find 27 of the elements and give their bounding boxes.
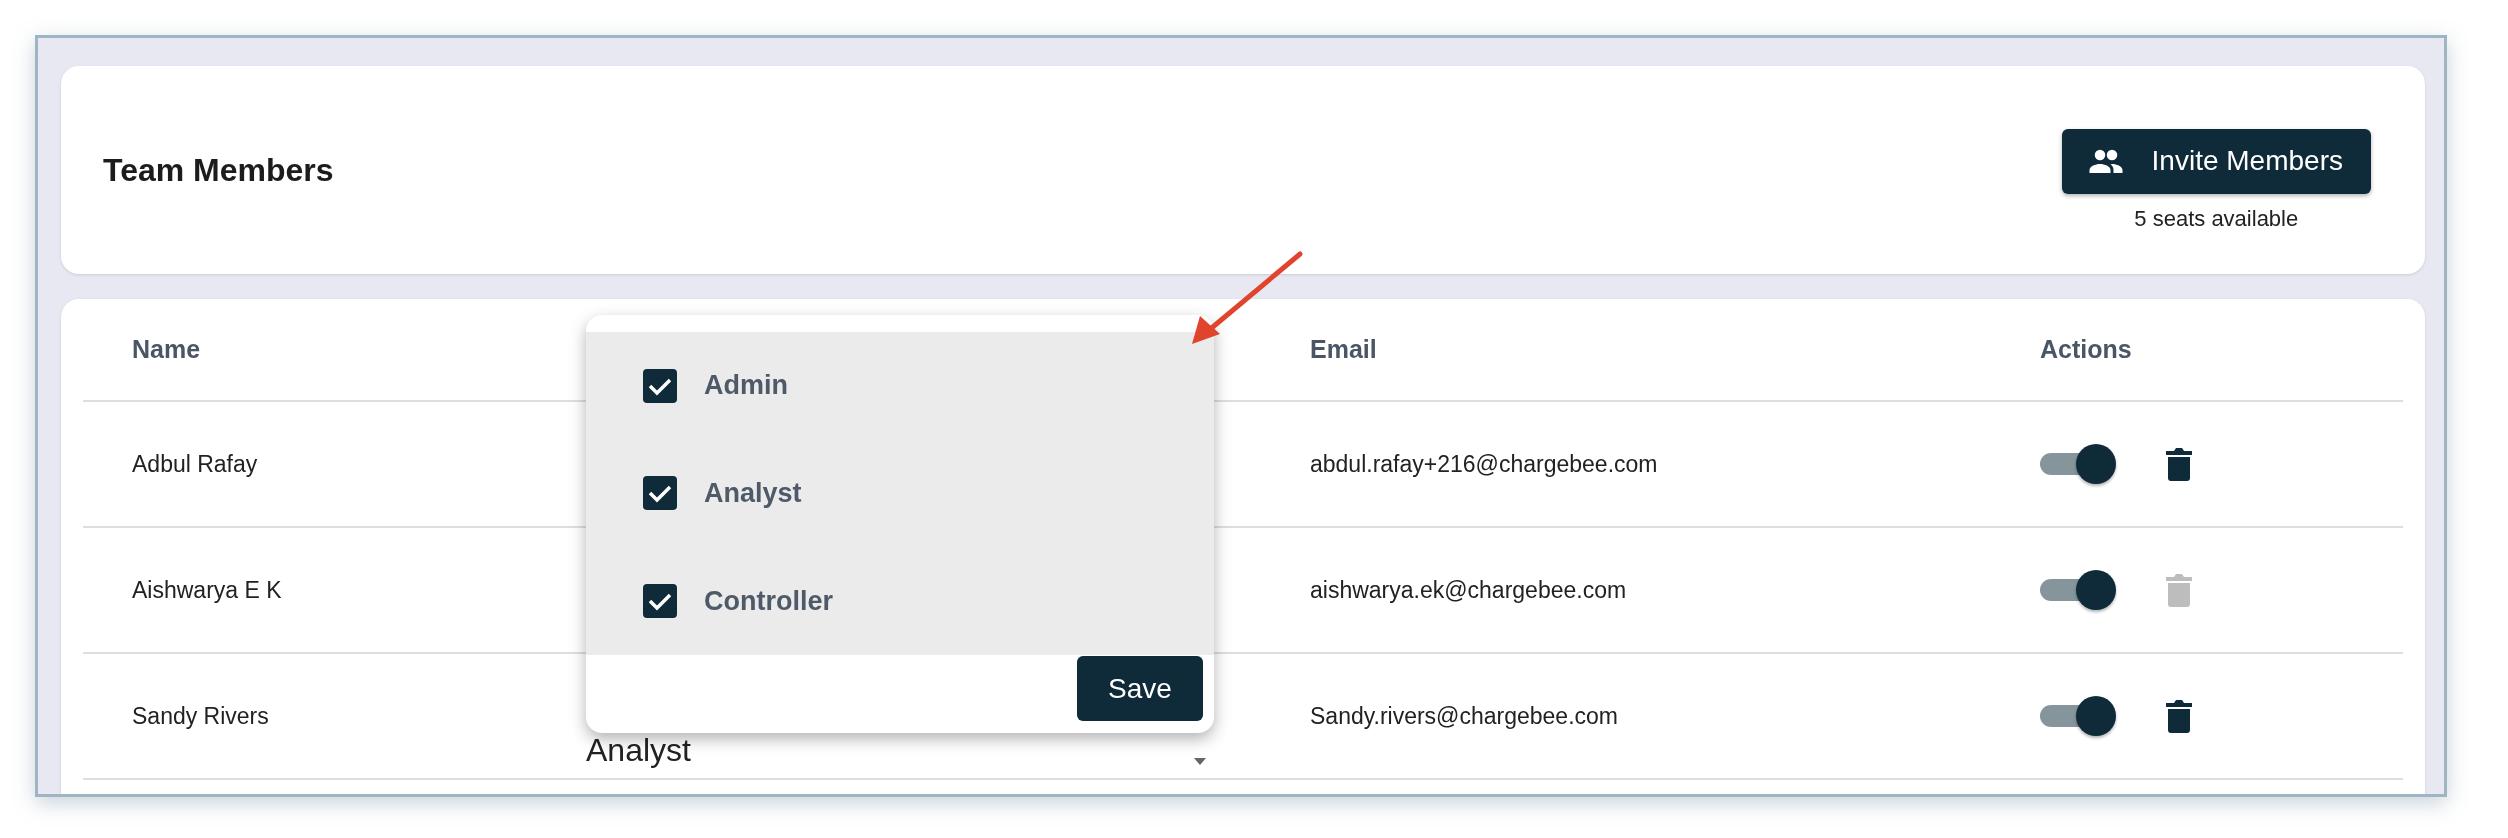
column-header: Email (1310, 335, 1377, 363)
trash-icon[interactable] (2166, 699, 2192, 733)
invite-members-button[interactable]: Invite Members (2061, 128, 2371, 194)
column-header: Actions (2040, 335, 2132, 363)
toggle-switch[interactable] (2040, 696, 2116, 736)
toggle-switch[interactable] (2040, 570, 2116, 610)
checkbox[interactable] (642, 475, 678, 512)
email-cell: aishwarya.ek@chargebee.com (1310, 576, 1627, 603)
column-header: Name (132, 335, 201, 363)
option-label[interactable]: Analyst (704, 478, 802, 509)
role-select[interactable]: Analyst (586, 732, 691, 769)
checkbox[interactable] (642, 583, 678, 620)
seats-available-text: 5 seats available (2134, 205, 2299, 232)
page-title: Team Members (103, 151, 334, 189)
email-cell: abdul.rafay+216@chargebee.com (1310, 450, 1658, 477)
name-cell: Adbul Rafay (132, 450, 258, 477)
name-cell: Aishwarya E K (132, 576, 282, 603)
option-label[interactable]: Controller (704, 585, 833, 617)
people-icon (2087, 149, 2124, 173)
toggle-switch[interactable] (2040, 444, 2116, 484)
trash-icon[interactable] (2166, 447, 2192, 481)
name-cell: Sandy Rivers (132, 702, 269, 729)
checkbox[interactable] (642, 367, 678, 404)
email-cell: Sandy.rivers@chargebee.com (1310, 702, 1618, 729)
caret-icon (1194, 758, 1206, 766)
option-label[interactable]: Admin (704, 370, 788, 402)
save-button[interactable]: Save (1077, 656, 1203, 721)
